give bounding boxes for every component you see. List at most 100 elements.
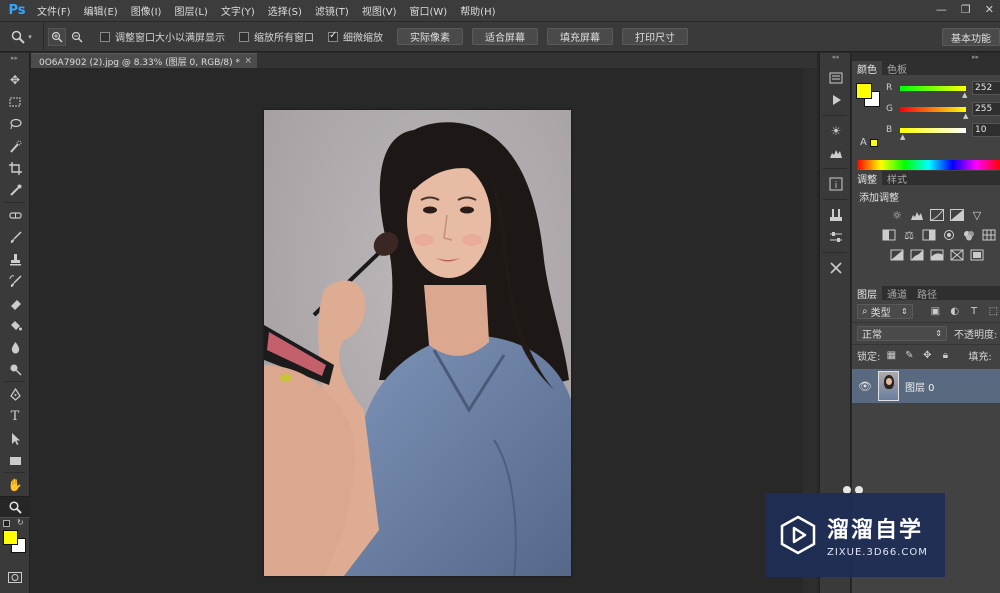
gamut-warning[interactable]: A: [860, 137, 878, 148]
resize-windows-option[interactable]: 调整窗口大小以满屏显示: [100, 29, 225, 44]
hue-saturation-icon[interactable]: [881, 228, 897, 242]
minimize-button[interactable]: —: [936, 3, 947, 16]
red-value-field[interactable]: 252: [972, 81, 1000, 95]
menu-filter[interactable]: 滤镜(T): [308, 3, 355, 18]
menu-select[interactable]: 选择(S): [261, 3, 308, 18]
color-balance-icon[interactable]: ⚖: [901, 228, 917, 242]
photo-filter-icon[interactable]: [941, 228, 957, 242]
tab-color[interactable]: 颜色: [852, 61, 882, 76]
filter-pixel-layers-icon[interactable]: ▣: [929, 304, 942, 318]
crop-tool[interactable]: [0, 157, 30, 179]
menu-edit[interactable]: 编辑(E): [77, 3, 124, 18]
print-size-button[interactable]: 打印尺寸: [622, 28, 688, 45]
move-tool[interactable]: ✥: [0, 69, 30, 91]
info-panel-button[interactable]: i: [820, 173, 852, 195]
history-panel-button[interactable]: [820, 67, 852, 89]
rectangle-tool[interactable]: [0, 449, 30, 471]
filter-shape-layers-icon[interactable]: ⬚: [987, 304, 1000, 318]
menu-layer[interactable]: 图层(L): [167, 3, 213, 18]
path-selection-tool[interactable]: [0, 427, 30, 449]
selective-color-icon[interactable]: [969, 248, 985, 262]
history-brush-tool[interactable]: [0, 270, 30, 292]
black-white-icon[interactable]: [921, 228, 937, 242]
red-slider-handle-icon[interactable]: ▲: [962, 91, 967, 99]
curves-icon[interactable]: [929, 208, 945, 222]
green-value-field[interactable]: 255: [972, 102, 1000, 116]
workspace-switcher[interactable]: 基本功能: [942, 28, 1000, 46]
blue-slider[interactable]: ▲: [900, 127, 966, 141]
actions-panel-button[interactable]: [820, 89, 852, 111]
layer-row[interactable]: 👁︎ 图层 0: [852, 369, 1000, 403]
resize-windows-checkbox[interactable]: [100, 31, 110, 42]
lock-all-icon[interactable]: 🔒︎: [938, 349, 952, 363]
restore-button[interactable]: ❐: [961, 3, 971, 16]
quick-mask-button[interactable]: [0, 566, 30, 588]
tab-channels[interactable]: 通道: [882, 286, 912, 301]
scrubby-zoom-checkbox[interactable]: [328, 30, 338, 42]
eyedropper-tool[interactable]: [0, 179, 30, 201]
color-spectrum-ramp[interactable]: [857, 160, 1000, 170]
marquee-tool[interactable]: [0, 91, 30, 113]
layer-visibility-eye-icon[interactable]: 👁︎: [852, 380, 878, 393]
gamut-color-swatch[interactable]: [869, 138, 878, 147]
tool-presets-panel-button[interactable]: [820, 257, 852, 279]
posterize-icon[interactable]: [909, 248, 925, 262]
navigator-panel-button[interactable]: ☀: [820, 120, 852, 142]
brightness-contrast-icon[interactable]: ☼: [889, 208, 905, 222]
exposure-icon[interactable]: [949, 208, 965, 222]
lock-position-icon[interactable]: ✥: [920, 349, 934, 363]
color-lookup-icon[interactable]: [981, 228, 997, 242]
scrubby-zoom-option[interactable]: 细微缩放: [328, 29, 383, 44]
histogram-panel-button[interactable]: [820, 142, 852, 164]
green-slider-handle-icon[interactable]: ▲: [963, 112, 968, 120]
eraser-tool[interactable]: [0, 292, 30, 314]
blur-tool[interactable]: [0, 336, 30, 358]
vibrance-icon[interactable]: ▽: [969, 208, 985, 222]
tab-swatches[interactable]: 色板: [882, 61, 912, 76]
close-window-button[interactable]: ✕: [985, 3, 994, 16]
collapse-toolbar-icon[interactable]: ▸▸: [0, 53, 29, 63]
hand-tool[interactable]: ✋: [0, 474, 30, 496]
zoom-tool[interactable]: [0, 496, 30, 518]
layer-filter-kind-select[interactable]: ⌕ 类型 ⇕: [857, 303, 913, 319]
menu-window[interactable]: 窗口(W): [402, 3, 453, 18]
actual-pixels-button[interactable]: 实际像素: [397, 28, 463, 45]
zoom-all-windows-option[interactable]: 缩放所有窗口: [239, 29, 314, 44]
red-slider[interactable]: ▲: [900, 85, 967, 99]
color-panel-foreground[interactable]: [856, 83, 872, 99]
paint-bucket-tool[interactable]: [0, 314, 30, 336]
document-image[interactable]: [264, 110, 571, 576]
menu-file[interactable]: 文件(F): [30, 3, 77, 18]
foreground-color-swatch[interactable]: [3, 530, 18, 545]
brush-presets-panel-button[interactable]: [820, 204, 852, 226]
clone-stamp-tool[interactable]: [0, 248, 30, 270]
blue-value-field[interactable]: 10: [972, 123, 1000, 137]
quick-selection-tool[interactable]: [0, 135, 30, 157]
default-colors-icon[interactable]: [3, 520, 10, 527]
blue-slider-handle-icon[interactable]: ▲: [900, 133, 905, 141]
close-document-icon[interactable]: ×: [244, 56, 252, 66]
zoom-in-button[interactable]: [48, 27, 66, 46]
lock-transparent-pixels-icon[interactable]: ▦: [884, 349, 898, 363]
brush-tool[interactable]: [0, 226, 30, 248]
swap-colors-icon[interactable]: ↻: [17, 518, 24, 527]
healing-brush-tool[interactable]: [0, 204, 30, 226]
menu-image[interactable]: 图像(I): [124, 3, 168, 18]
menu-help[interactable]: 帮助(H): [453, 3, 501, 18]
invert-icon[interactable]: [889, 248, 905, 262]
tool-preset-picker[interactable]: ▾: [0, 21, 44, 52]
zoom-all-windows-checkbox[interactable]: [239, 31, 249, 42]
blend-mode-select[interactable]: 正常 ⇕: [857, 326, 947, 341]
dodge-tool[interactable]: [0, 358, 30, 380]
filter-type-layers-icon[interactable]: T: [967, 304, 980, 318]
collapse-strip-icon[interactable]: ◂◂: [820, 53, 850, 63]
tab-styles[interactable]: 样式: [882, 171, 912, 186]
threshold-icon[interactable]: [929, 248, 945, 262]
pen-tool[interactable]: [0, 383, 30, 405]
menu-view[interactable]: 视图(V): [355, 3, 403, 18]
zoom-out-button[interactable]: [68, 28, 86, 46]
fit-screen-button[interactable]: 适合屏幕: [472, 28, 538, 45]
menu-type[interactable]: 文字(Y): [214, 3, 261, 18]
gradient-map-icon[interactable]: [949, 248, 965, 262]
type-tool[interactable]: T: [0, 405, 30, 427]
